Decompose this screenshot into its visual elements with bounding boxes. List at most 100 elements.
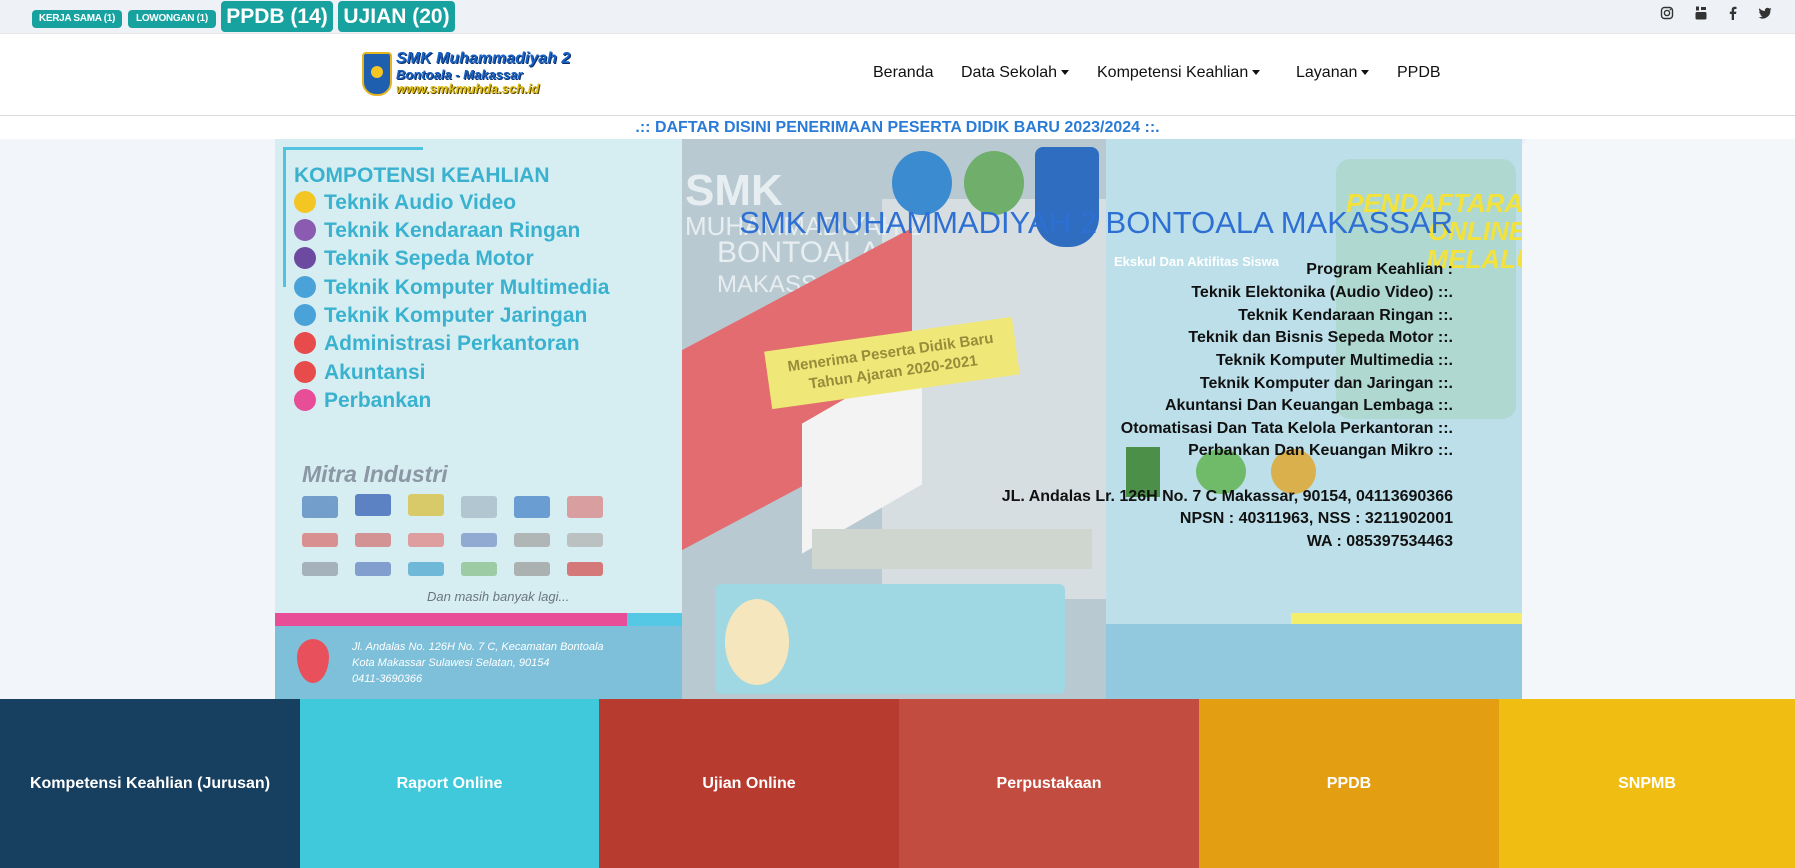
top-bar: KERJA SAMA (1) LOWONGAN (1) PPDB (14) UJ…	[0, 0, 1795, 33]
jurusan-badge-icon	[294, 276, 316, 298]
banner-address-line: Kota Makassar Sulawesi Selatan, 90154	[352, 657, 550, 669]
banner-address-line: 0411-3690366	[352, 673, 423, 685]
logo-line-1: SMK Muhammadiyah 2	[396, 50, 571, 67]
hero-program-line: Teknik dan Bisnis Sepeda Motor ::.	[1188, 329, 1453, 346]
jurusan-badge-icon	[294, 247, 316, 269]
banner-kompetensi-item: Teknik Komputer Multimedia	[294, 276, 609, 302]
nav-data-sekolah[interactable]: Data Sekolah	[961, 64, 1070, 82]
tile-ujian-online-label: Ujian Online	[702, 774, 796, 792]
partner-logo	[567, 496, 603, 518]
partner-logo	[514, 533, 550, 547]
hero-program-line: Otomatisasi Dan Tata Kelola Perkantoran …	[1120, 420, 1453, 437]
logo-line-3: www.smkmuhda.sch.id	[396, 81, 540, 96]
tile-perpustakaan-label: Perpustakaan	[996, 774, 1102, 792]
jurusan-badge-icon	[294, 191, 316, 213]
tile-kompetensi-keahlian[interactable]: Kompetensi Keahlian (Jurusan)	[0, 699, 300, 868]
nav-kompetensi-keahlian[interactable]: Kompetensi Keahlian	[1097, 64, 1261, 82]
partner-logo	[302, 496, 338, 518]
tile-ppdb[interactable]: PPDB	[1199, 699, 1499, 868]
chevron-down-icon	[1361, 70, 1370, 76]
partner-logo	[302, 562, 338, 576]
hero-program-line: Akuntansi Dan Keuangan Lembaga ::.	[1164, 397, 1453, 414]
tile-snpmb-label: SNPMB	[1618, 774, 1676, 792]
tile-kompetensi-keahlian-label: Kompetensi Keahlian (Jurusan)	[29, 774, 271, 792]
twitter-icon[interactable]	[1756, 6, 1774, 24]
banner-kompetensi-item-label: Teknik Komputer Multimedia	[324, 276, 610, 299]
banner-ekskul-title: Ekskul Dan Aktifitas Siswa	[1114, 254, 1279, 269]
school-logo[interactable]: SMK Muhammadiyah 2 Bontoala - Makassar w…	[362, 50, 570, 100]
main-navbar: SMK Muhammadiyah 2 Bontoala - Makassar w…	[0, 33, 1795, 116]
partner-logo	[461, 533, 497, 547]
nav-ppdb-label: PPDB	[1397, 64, 1441, 81]
facebook-icon[interactable]	[1724, 6, 1742, 24]
banner-kompetensi-item-label: Teknik Sepeda Motor	[324, 247, 534, 270]
nav-ppdb[interactable]: PPDB	[1397, 64, 1441, 82]
partner-logo	[514, 496, 550, 518]
hero-program-line: Teknik Komputer dan Jaringan ::.	[1199, 375, 1453, 392]
decorative-bar	[1291, 613, 1522, 624]
partner-logo	[302, 533, 338, 547]
hero-whatsapp: WA : 085397534463	[1306, 533, 1453, 550]
hero-npsn: NPSN : 40311963, NSS : 3211902001	[1179, 510, 1453, 527]
partner-logo	[408, 494, 444, 516]
banner-mitra-more: Dan masih banyak lagi...	[427, 589, 570, 604]
hero-title: SMK MUHAMMADIYAH 2 BONTOALA MAKASSAR	[739, 205, 1453, 240]
partner-logo	[408, 533, 444, 547]
partner-logo	[461, 562, 497, 576]
decorative-bar	[275, 613, 627, 626]
chevron-down-icon	[1252, 70, 1261, 76]
partner-logo	[408, 562, 444, 576]
jurusan-badge-icon	[294, 389, 316, 411]
nav-data-sekolah-label: Data Sekolah	[961, 64, 1058, 81]
banner-kompetensi-item: Teknik Audio Video	[294, 191, 516, 217]
banner-panel-kompetensi: KOMPOTENSI KEAHLIAN Teknik Audio Video T…	[275, 139, 682, 699]
service-tiles: Kompetensi Keahlian (Jurusan) Raport Onl…	[0, 699, 1795, 868]
jurusan-badge-icon	[294, 219, 316, 241]
jurusan-badge-icon	[294, 361, 316, 383]
banner-mitra-title: Mitra Industri	[302, 461, 448, 487]
jurusan-badge-icon	[294, 332, 316, 354]
lowongan-badge[interactable]: LOWONGAN (1)	[128, 10, 216, 28]
tile-raport-online[interactable]: Raport Online	[300, 699, 599, 868]
banner-kompetensi-item-label: Teknik Komputer Jaringan	[324, 304, 588, 327]
youtube-icon[interactable]	[1692, 6, 1710, 24]
banner-kompetensi-item: Teknik Kendaraan Ringan	[294, 219, 580, 245]
banner-kompetensi-item-label: Akuntansi	[324, 361, 426, 384]
accreditation-badge-icon	[725, 599, 789, 685]
partner-logo	[567, 562, 603, 576]
partner-logo	[355, 533, 391, 547]
banner-kompetensi-item: Teknik Sepeda Motor	[294, 247, 534, 273]
banner-kompetensi-item-label: Teknik Audio Video	[324, 191, 517, 214]
partner-logo	[567, 533, 603, 547]
tile-perpustakaan[interactable]: Perpustakaan	[899, 699, 1199, 868]
tile-ppdb-label: PPDB	[1326, 774, 1372, 792]
nav-kompetensi-keahlian-label: Kompetensi Keahlian	[1097, 64, 1249, 81]
tile-ujian-online[interactable]: Ujian Online	[599, 699, 899, 868]
decorative-bar	[627, 613, 682, 626]
nav-layanan-label: Layanan	[1296, 64, 1358, 81]
ppdb-badge[interactable]: PPDB (14)	[221, 1, 333, 32]
ppdb-announcement-link[interactable]: .:: DAFTAR DISINI PENERIMAAN PESERTA DID…	[0, 117, 1795, 139]
instagram-icon[interactable]	[1658, 6, 1676, 24]
hero-carousel: KOMPOTENSI KEAHLIAN Teknik Audio Video T…	[0, 139, 1795, 699]
banner-kompetensi-item: Akuntansi	[294, 361, 426, 387]
banner-kompetensi-title: KOMPOTENSI KEAHLIAN	[294, 164, 550, 187]
banner-social-footer	[1106, 624, 1522, 699]
banner-kompetensi-item: Teknik Komputer Jaringan	[294, 304, 587, 330]
tile-snpmb[interactable]: SNPMB	[1499, 699, 1795, 868]
jurusan-badge-icon	[294, 304, 316, 326]
ujian-badge[interactable]: UJIAN (20)	[338, 1, 455, 32]
hero-program-line: Teknik Elektonika (Audio Video) ::.	[1191, 284, 1453, 301]
tile-raport-online-label: Raport Online	[396, 774, 503, 792]
chevron-down-icon	[1061, 70, 1070, 76]
nav-beranda[interactable]: Beranda	[873, 64, 934, 82]
hero-program-line: Teknik Komputer Multimedia ::.	[1215, 352, 1453, 369]
hero-address: JL. Andalas Lr. 126H No. 7 C Makassar, 9…	[1001, 488, 1453, 505]
banner-kompetensi-item-label: Perbankan	[324, 389, 432, 412]
nav-layanan[interactable]: Layanan	[1296, 64, 1370, 82]
kerja-sama-badge[interactable]: KERJA SAMA (1)	[32, 10, 122, 28]
partner-logo	[461, 496, 497, 518]
banner-address-line: Jl. Andalas No. 126H No. 7 C, Kecamatan …	[352, 641, 604, 653]
students-photo	[812, 529, 1092, 569]
partner-logo	[355, 562, 391, 576]
